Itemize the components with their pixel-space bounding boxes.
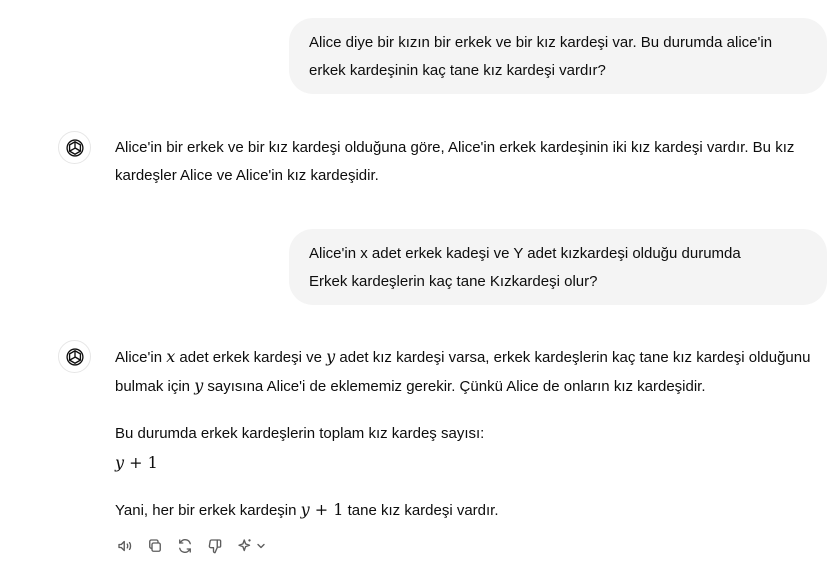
text-span: adet erkek kardeşi ve	[175, 349, 327, 366]
math-variable: y	[300, 500, 310, 519]
user-message-line: Alice'in x adet erkek kadeşi ve Y adet k…	[309, 245, 741, 262]
regenerate-button[interactable]	[175, 536, 195, 556]
text-span: sayısına Alice'i de eklememiz gerekir. Ç…	[203, 378, 706, 395]
formula: y + 1	[115, 448, 827, 478]
chatgpt-logo-icon	[58, 340, 91, 373]
user-message: Alice diye bir kızın bir erkek ve bir kı…	[289, 18, 827, 94]
math-variable: y	[115, 453, 125, 472]
copy-icon	[149, 539, 161, 552]
math-variable: y	[326, 347, 336, 366]
copy-button[interactable]	[145, 536, 165, 556]
model-switcher-button[interactable]	[235, 536, 266, 556]
chevron-down-icon	[257, 543, 265, 549]
math-variable: x	[166, 347, 176, 366]
math-variable: y	[194, 376, 204, 395]
thumbs-down-icon	[208, 539, 222, 554]
answer-paragraph: Alice'in x adet erkek kardeşi ve y adet …	[115, 343, 827, 401]
read-aloud-button[interactable]	[115, 536, 135, 556]
chatgpt-logo-icon	[58, 131, 91, 164]
chat-page: Alice diye bir kızın bir erkek ve bir kı…	[0, 0, 837, 577]
math-expression: + 1	[124, 453, 158, 472]
assistant-message-body: Alice'in x adet erkek kardeşi ve y adet …	[115, 343, 827, 525]
user-message-line: erkek kardeşinin kaç tane kız kardeşi va…	[309, 62, 606, 79]
thumbs-down-button[interactable]	[205, 536, 225, 556]
message-action-bar	[115, 536, 266, 556]
regenerate-icon	[179, 539, 191, 553]
answer-paragraph: Bu durumda erkek kardeşlerin toplam kız …	[115, 420, 827, 448]
text-span: Bu durumda erkek kardeşlerin toplam kız …	[115, 425, 485, 442]
read-aloud-icon	[118, 540, 132, 552]
math-expression: + 1	[309, 500, 344, 519]
user-message-line: Erkek kardeşlerin kaç tane Kızkardeşi ol…	[309, 273, 598, 290]
user-message: Alice'in x adet erkek kadeşi ve Y adet k…	[289, 229, 827, 305]
assistant-message-text: Alice'in bir erkek ve bir kız kardeşi ol…	[115, 139, 795, 184]
answer-paragraph: Yani, her bir erkek kardeşin y + 1 tane …	[115, 496, 827, 525]
text-span: Alice'in	[115, 349, 167, 366]
sparkle-icon	[238, 539, 251, 552]
text-span: tane kız kardeşi vardır.	[343, 502, 499, 519]
sparkle-icon-wrap	[235, 536, 255, 556]
text-span: Yani, her bir erkek kardeşin	[115, 502, 301, 519]
user-message-line: Alice diye bir kızın bir erkek ve bir kı…	[309, 34, 773, 51]
